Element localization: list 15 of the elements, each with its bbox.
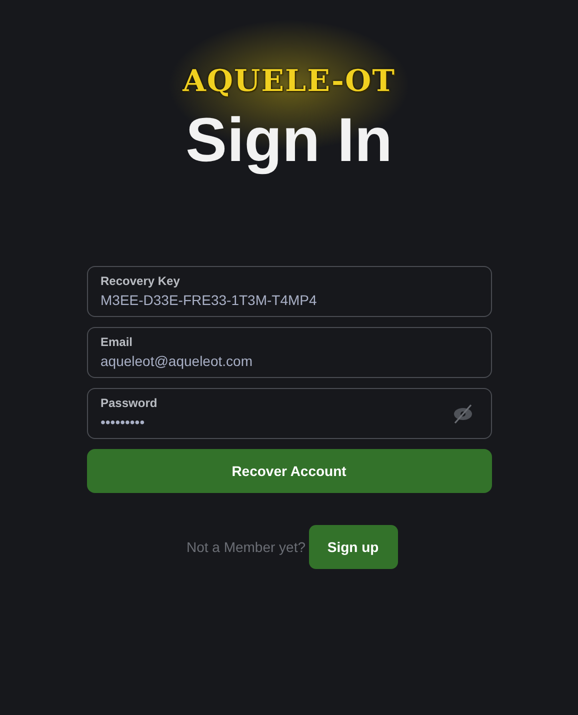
logo: AQUELE-OT	[182, 63, 396, 101]
field-label: Recovery Key	[100, 274, 181, 289]
input-field[interactable]: Email aqueleot@aqueleot.com	[86, 327, 492, 378]
recover-account-button[interactable]: Recover Account	[86, 449, 492, 493]
signup-prompt: Not a Member yet?	[186, 539, 306, 555]
field-value: aqueleot@aqueleot.com	[100, 352, 254, 371]
field-label: Email	[100, 335, 134, 350]
page-title: Sign In	[186, 106, 392, 176]
hidden-eye-icon[interactable]	[452, 403, 474, 425]
signup-button[interactable]: Sign up	[308, 525, 398, 569]
field-value: M3EE-D33E-FRE33-1T3M-T4MP4	[100, 291, 318, 310]
field-value: •••••••••	[100, 413, 146, 432]
password-field[interactable]: Password •••••••••	[86, 388, 492, 439]
input-field[interactable]: Recovery Key M3EE-D33E-FRE33-1T3M-T4MP4	[86, 266, 492, 317]
field-label: Password	[100, 396, 158, 411]
